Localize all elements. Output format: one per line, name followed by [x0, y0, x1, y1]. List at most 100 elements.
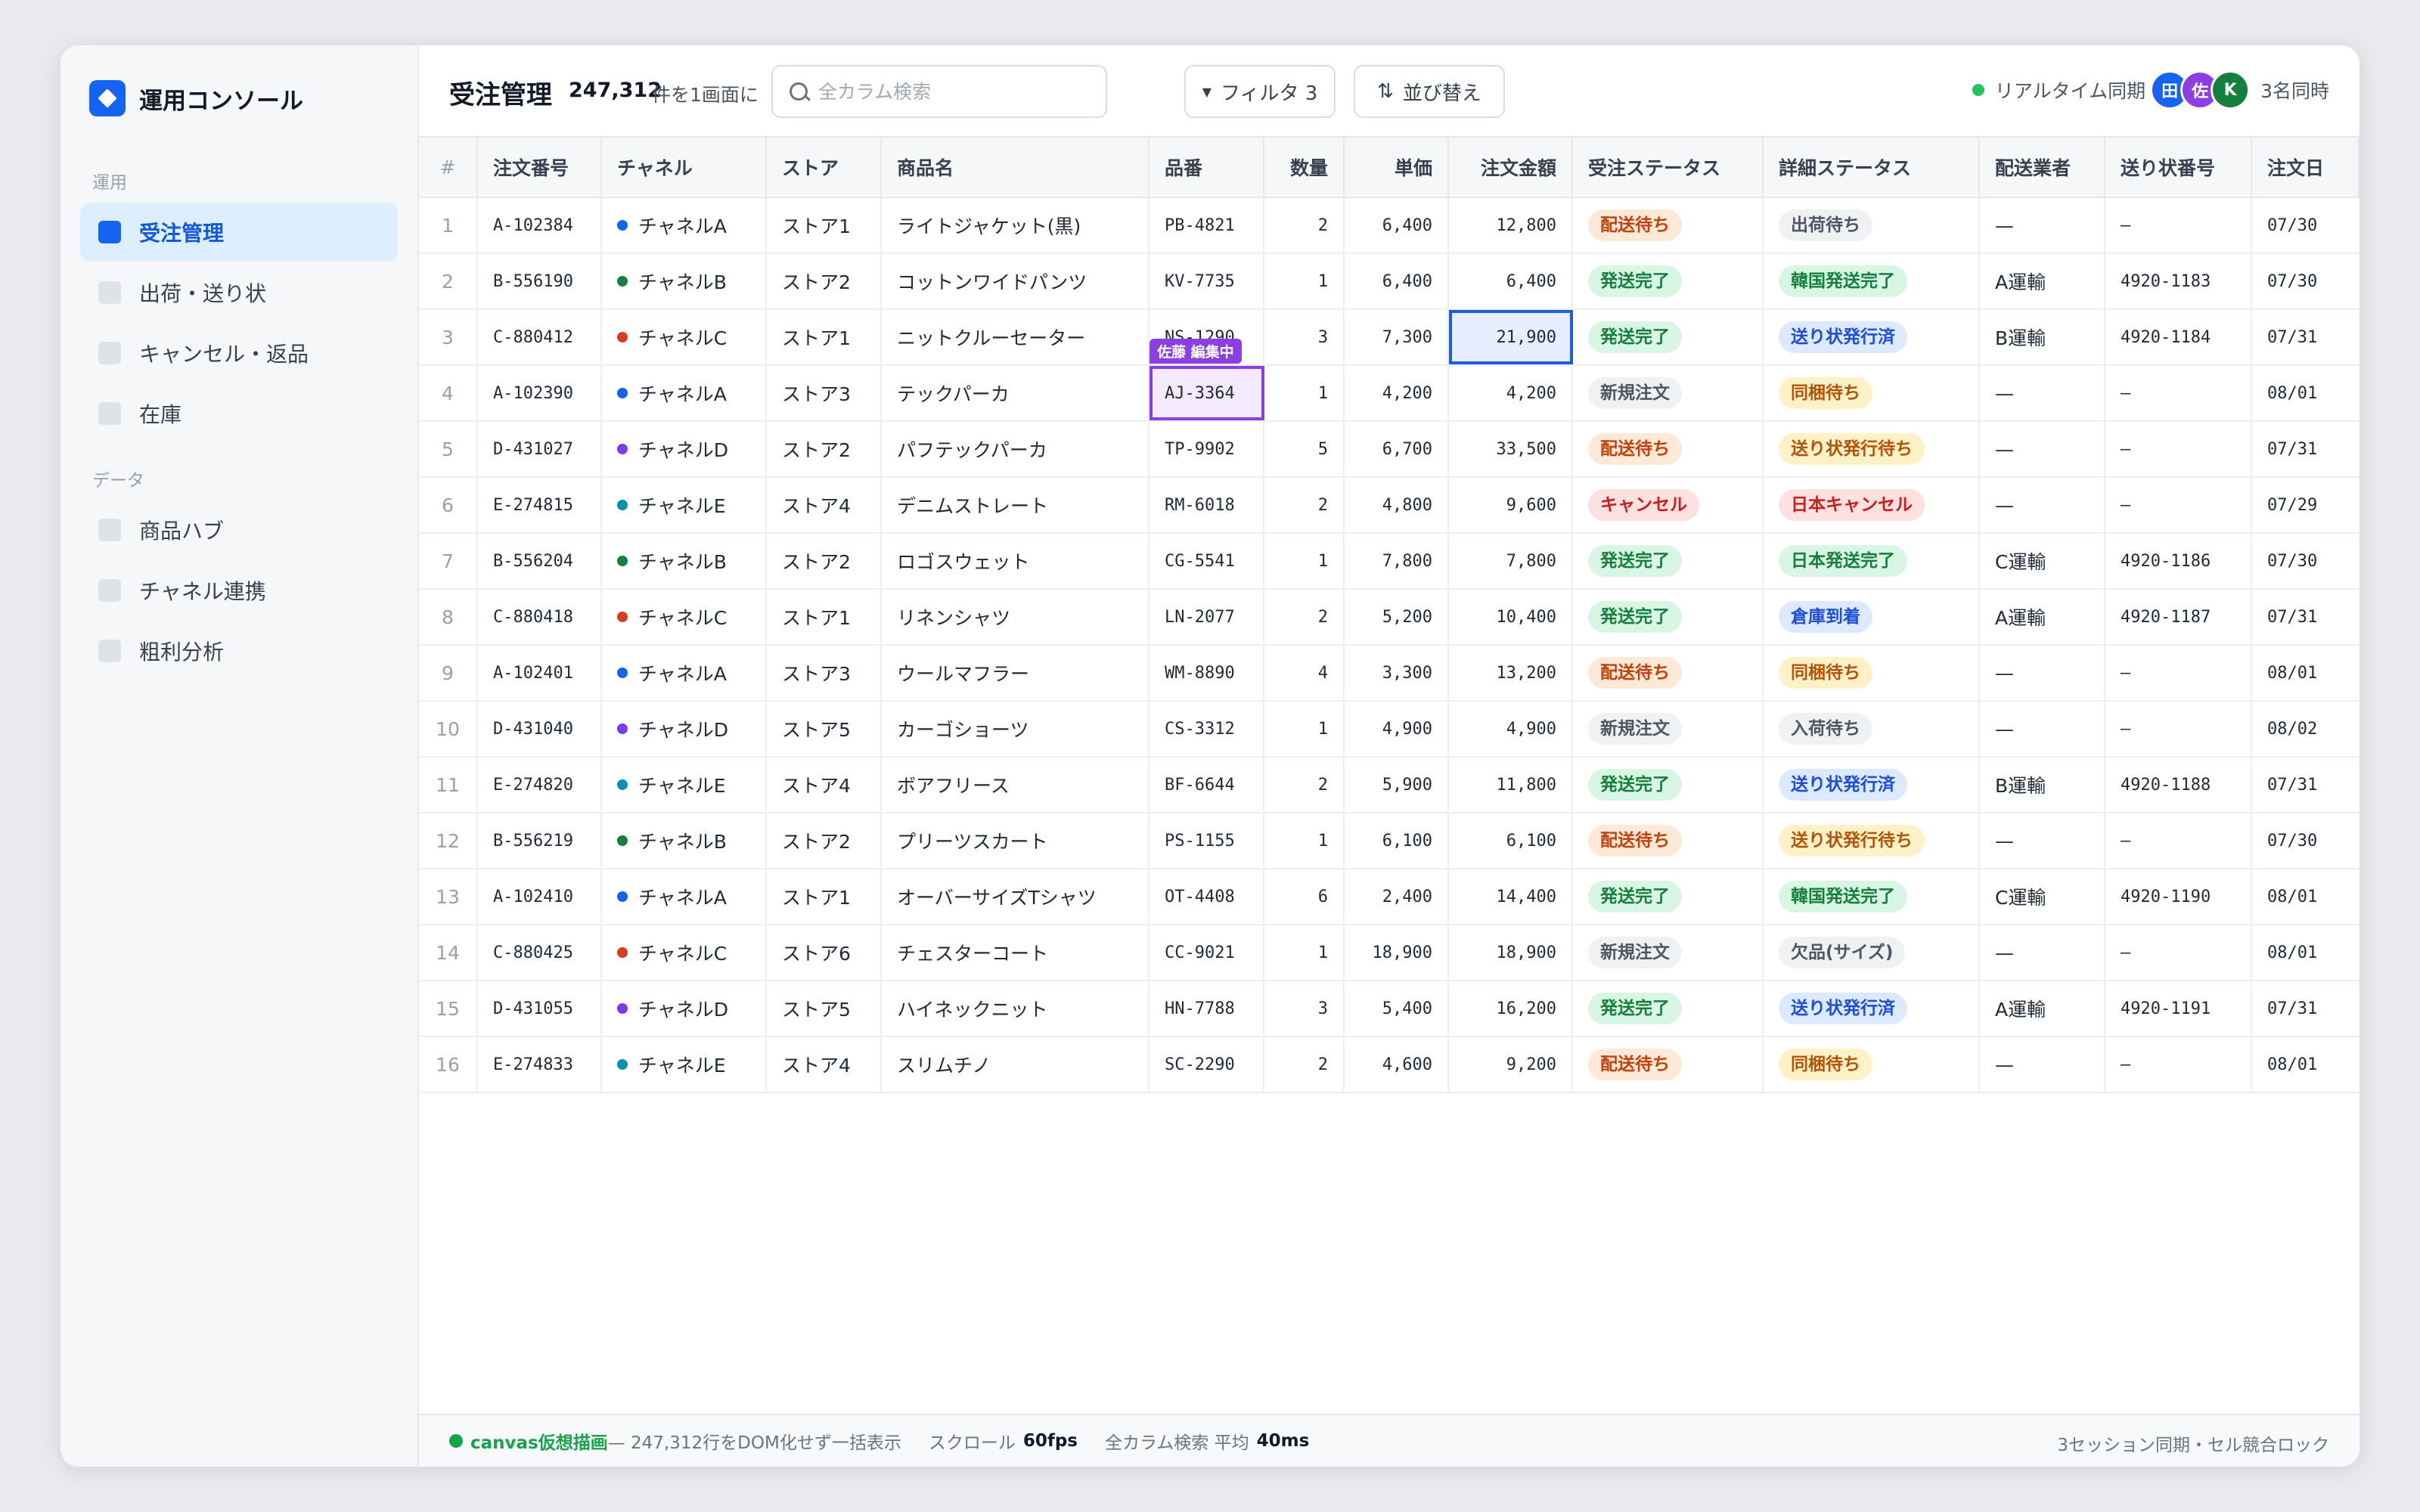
store-cell[interactable]: ストア2	[767, 254, 882, 308]
detail-status-cell[interactable]: 倉庫到着	[1764, 590, 1980, 644]
order-date-cell[interactable]: 07/31	[2252, 422, 2360, 476]
carrier-cell[interactable]: B運輸	[1980, 758, 2105, 812]
table-row[interactable]: 15 D-431055 チャネルD ストア5 ハイネックニット HN-7788 3 5,400…	[419, 981, 2360, 1037]
detail-status-cell[interactable]: 出荷待ち	[1764, 198, 1980, 253]
store-cell[interactable]: ストア3	[767, 646, 882, 700]
product-name-cell[interactable]: コットンワイドパンツ	[882, 254, 1150, 308]
quantity-cell[interactable]: 2	[1264, 590, 1345, 644]
tracking-number-cell[interactable]: —	[2105, 422, 2252, 476]
sku-cell[interactable]: WM-8890	[1150, 646, 1264, 700]
table-row[interactable]: 2 B-556190 チャネルB ストア2 コットンワイドパンツ KV-7735 1 6,40…	[419, 254, 2360, 310]
order-status-cell[interactable]: 配送待ち	[1573, 198, 1764, 253]
quantity-cell[interactable]: 5	[1264, 422, 1345, 476]
order-amount-cell[interactable]: 33,500	[1449, 422, 1573, 476]
order-number-cell[interactable]: A-102401	[478, 646, 602, 700]
sku-cell[interactable]: PS-1155	[1150, 813, 1264, 868]
row-number-cell[interactable]: 15	[419, 981, 478, 1036]
detail-status-cell[interactable]: 同梱待ち	[1764, 1037, 1980, 1092]
channel-cell[interactable]: チャネルA	[602, 366, 767, 420]
store-cell[interactable]: ストア4	[767, 478, 882, 532]
sidebar-item-inventory[interactable]: 在庫	[80, 384, 398, 443]
store-cell[interactable]: ストア1	[767, 310, 882, 364]
order-amount-cell[interactable]: 9,200	[1449, 1037, 1573, 1092]
product-name-cell[interactable]: ボアフリース	[882, 758, 1150, 812]
product-name-cell[interactable]: ウールマフラー	[882, 646, 1150, 700]
order-number-cell[interactable]: E-274833	[478, 1037, 602, 1092]
order-status-cell[interactable]: 発送完了	[1573, 758, 1764, 812]
filter-button[interactable]: ▼ フィルタ 3	[1184, 65, 1336, 118]
quantity-cell[interactable]: 2	[1264, 198, 1345, 253]
order-status-cell[interactable]: 発送完了	[1573, 981, 1764, 1036]
unit-price-cell[interactable]: 2,400	[1345, 869, 1449, 924]
product-name-cell[interactable]: リネンシャツ	[882, 590, 1150, 644]
sidebar-item-shipping[interactable]: 出荷・送り状	[80, 263, 398, 322]
quantity-cell[interactable]: 3	[1264, 981, 1345, 1036]
store-cell[interactable]: ストア3	[767, 366, 882, 420]
carrier-cell[interactable]: A運輸	[1980, 590, 2105, 644]
row-number-cell[interactable]: 9	[419, 646, 478, 700]
sku-cell[interactable]: KV-7735	[1150, 254, 1264, 308]
column-header-sku[interactable]: 品番	[1150, 138, 1264, 197]
order-number-cell[interactable]: B-556204	[478, 534, 602, 588]
column-header-order-date[interactable]: 注文日	[2252, 138, 2360, 197]
order-amount-cell[interactable]: 4,200	[1449, 366, 1573, 420]
search-input[interactable]	[816, 79, 1106, 104]
channel-cell[interactable]: チャネルA	[602, 646, 767, 700]
row-number-cell[interactable]: 3	[419, 310, 478, 364]
order-number-cell[interactable]: E-274820	[478, 758, 602, 812]
carrier-cell[interactable]: —	[1980, 198, 2105, 253]
order-status-cell[interactable]: 配送待ち	[1573, 422, 1764, 476]
channel-cell[interactable]: チャネルE	[602, 758, 767, 812]
carrier-cell[interactable]: —	[1980, 366, 2105, 420]
order-status-cell[interactable]: 発送完了	[1573, 534, 1764, 588]
carrier-cell[interactable]: —	[1980, 646, 2105, 700]
channel-cell[interactable]: チャネルC	[602, 310, 767, 364]
store-cell[interactable]: ストア1	[767, 590, 882, 644]
unit-price-cell[interactable]: 5,200	[1345, 590, 1449, 644]
tracking-number-cell[interactable]: 4920-1186	[2105, 534, 2252, 588]
product-name-cell[interactable]: デニムストレート	[882, 478, 1150, 532]
detail-status-cell[interactable]: 送り状発行待ち	[1764, 422, 1980, 476]
tracking-number-cell[interactable]: —	[2105, 366, 2252, 420]
order-status-cell[interactable]: キャンセル	[1573, 478, 1764, 532]
sku-cell[interactable]: CS-3312	[1150, 702, 1264, 756]
quantity-cell[interactable]: 4	[1264, 646, 1345, 700]
product-name-cell[interactable]: ハイネックニット	[882, 981, 1150, 1036]
order-date-cell[interactable]: 08/01	[2252, 869, 2360, 924]
sku-cell[interactable]: BF-6644	[1150, 758, 1264, 812]
carrier-cell[interactable]: —	[1980, 478, 2105, 532]
tracking-number-cell[interactable]: 4920-1187	[2105, 590, 2252, 644]
channel-cell[interactable]: チャネルE	[602, 1037, 767, 1092]
order-amount-cell[interactable]: 6,100	[1449, 813, 1573, 868]
carrier-cell[interactable]: —	[1980, 1037, 2105, 1092]
order-date-cell[interactable]: 07/29	[2252, 478, 2360, 532]
tracking-number-cell[interactable]: 4920-1183	[2105, 254, 2252, 308]
detail-status-cell[interactable]: 同梱待ち	[1764, 646, 1980, 700]
order-date-cell[interactable]: 07/30	[2252, 198, 2360, 253]
tracking-number-cell[interactable]: —	[2105, 478, 2252, 532]
table-row[interactable]: 9 A-102401 チャネルA ストア3 ウールマフラー WM-8890 4 3,300 13…	[419, 646, 2360, 702]
store-cell[interactable]: ストア2	[767, 534, 882, 588]
order-status-cell[interactable]: 新規注文	[1573, 925, 1764, 980]
carrier-cell[interactable]: C運輸	[1980, 534, 2105, 588]
row-number-cell[interactable]: 4	[419, 366, 478, 420]
detail-status-cell[interactable]: 日本発送完了	[1764, 534, 1980, 588]
order-date-cell[interactable]: 08/01	[2252, 366, 2360, 420]
unit-price-cell[interactable]: 5,900	[1345, 758, 1449, 812]
column-header-product-name[interactable]: 商品名	[882, 138, 1150, 197]
tracking-number-cell[interactable]: —	[2105, 646, 2252, 700]
sort-button[interactable]: ⇅ 並び替え	[1354, 65, 1505, 118]
carrier-cell[interactable]: B運輸	[1980, 310, 2105, 364]
column-header-order-amount[interactable]: 注文金額	[1449, 138, 1573, 197]
product-name-cell[interactable]: プリーツスカート	[882, 813, 1150, 868]
tracking-number-cell[interactable]: —	[2105, 1037, 2252, 1092]
quantity-cell[interactable]: 2	[1264, 478, 1345, 532]
quantity-cell[interactable]: 2	[1264, 1037, 1345, 1092]
tracking-number-cell[interactable]: 4920-1191	[2105, 981, 2252, 1036]
sidebar-item-product-hub[interactable]: 商品ハブ	[80, 500, 398, 559]
row-number-cell[interactable]: 16	[419, 1037, 478, 1092]
column-header-order-status[interactable]: 受注ステータス	[1573, 138, 1764, 197]
column-header-quantity[interactable]: 数量	[1264, 138, 1345, 197]
row-number-cell[interactable]: 13	[419, 869, 478, 924]
row-number-cell[interactable]: 14	[419, 925, 478, 980]
